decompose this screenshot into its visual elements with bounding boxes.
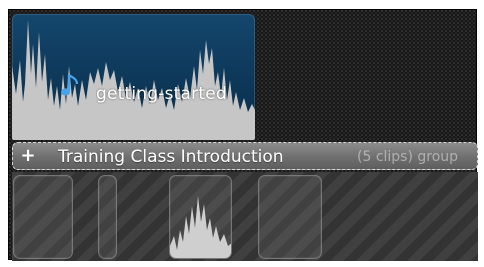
clip-title: getting-started — [96, 84, 227, 104]
group-title: Training Class Introduction — [58, 147, 284, 167]
audio-clip[interactable]: getting-started — [12, 14, 255, 140]
clip-group-header[interactable]: + Training Class Introduction (5 clips) … — [12, 142, 478, 170]
group-track-lane — [12, 172, 478, 261]
music-note-icon — [61, 74, 79, 96]
group-clip-count: (5 clips) group — [357, 149, 459, 165]
expand-group-button[interactable]: + — [17, 146, 39, 166]
audio-waveform — [12, 20, 255, 140]
grouped-clip[interactable] — [98, 175, 117, 259]
audio-waveform — [170, 196, 231, 258]
grouped-clip[interactable] — [169, 175, 232, 259]
grouped-clip[interactable] — [258, 175, 322, 259]
grouped-clip[interactable] — [13, 175, 73, 259]
